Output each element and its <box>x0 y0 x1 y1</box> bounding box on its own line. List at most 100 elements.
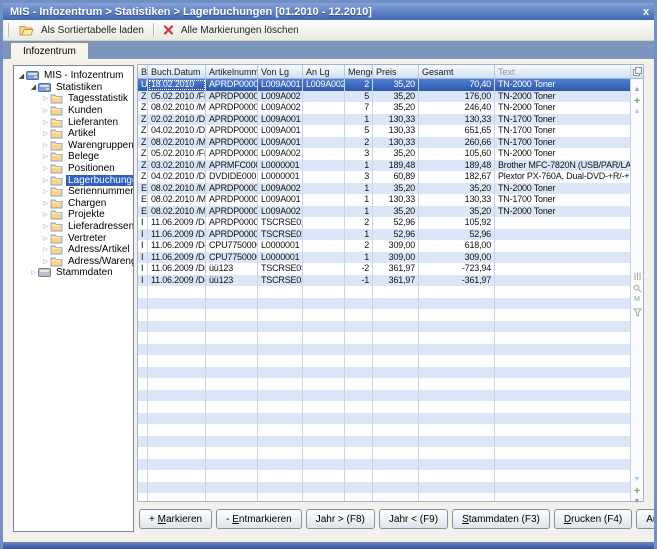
expand-arrow-icon[interactable]: ▷ <box>41 200 50 207</box>
clear-marks-button[interactable]: Alle Markierungen löschen <box>157 21 305 40</box>
filter-icon[interactable] <box>631 308 643 317</box>
scroll-last-icon[interactable]: ▼ <box>631 498 643 505</box>
cell-text[interactable]: TN-2000 Toner <box>495 102 630 114</box>
cell-an[interactable] <box>303 91 345 103</box>
cell-datum[interactable]: 08.02.2010 /Mo <box>148 183 206 195</box>
cell-gesamt[interactable]: 260,66 <box>419 137 495 149</box>
cell-an[interactable] <box>303 275 345 287</box>
tree-item-lieferadressen[interactable]: ▷Lieferadressen <box>14 221 133 233</box>
tree-item-projekte[interactable]: ▷Projekte <box>14 209 133 221</box>
cell-preis[interactable]: 35,20 <box>373 148 419 160</box>
cell-text[interactable] <box>495 217 630 229</box>
cell-gesamt[interactable]: -723,94 <box>419 263 495 275</box>
cell-typ[interactable]: I <box>138 217 148 229</box>
expand-arrow-icon[interactable]: ▷ <box>41 235 50 242</box>
collapse-arrow-icon[interactable]: ◢ <box>17 72 26 80</box>
cell-von[interactable]: L0000001 <box>258 171 303 183</box>
table-row[interactable]: E08.02.2010 /MoAPRDP00002L009A0011130,33… <box>138 194 630 206</box>
table-row[interactable]: Z08.02.2010 /MoAPRDP00002L009A0012130,33… <box>138 137 630 149</box>
cell-gesamt[interactable]: 189,48 <box>419 160 495 172</box>
cell-typ[interactable]: Z <box>138 160 148 172</box>
bookmark2-icon[interactable]: ✚ <box>631 487 643 495</box>
table-row[interactable]: I11.06.2009 /DoAPRDP00004TSCRSE02252,961… <box>138 217 630 229</box>
cell-typ[interactable]: Z <box>138 171 148 183</box>
column-chooser-icon[interactable] <box>631 65 643 79</box>
cell-von[interactable]: L009A002 <box>258 183 303 195</box>
collapse-arrow-icon[interactable]: ◢ <box>29 83 38 91</box>
cell-an[interactable] <box>303 148 345 160</box>
button-auswertung-return[interactable]: Auswertung (Return) <box>636 509 657 529</box>
expand-arrow-icon[interactable]: ▷ <box>41 95 50 102</box>
cell-an[interactable] <box>303 114 345 126</box>
expand-arrow-icon[interactable]: ▷ <box>41 107 50 114</box>
cell-preis[interactable]: 52,96 <box>373 229 419 241</box>
table-row[interactable]: Z08.02.2010 /MoAPRDP00001L009A002735,202… <box>138 102 630 114</box>
tree-item-stammdaten[interactable]: ▷Stammdaten <box>14 267 133 279</box>
expand-arrow-icon[interactable]: ▷ <box>41 165 50 172</box>
cell-artikel[interactable]: APRDP00002 <box>206 114 258 126</box>
cell-artikel[interactable]: APRDP00001 <box>206 183 258 195</box>
cell-von[interactable]: L009A002 <box>258 206 303 218</box>
tab-infozentrum[interactable]: Infozentrum <box>10 42 89 59</box>
cell-menge[interactable]: 2 <box>345 240 373 252</box>
cell-artikel[interactable]: APRDP00002 <box>206 125 258 137</box>
cell-gesamt[interactable]: 105,92 <box>419 217 495 229</box>
cell-text[interactable]: TN-2000 Toner <box>495 183 630 195</box>
cell-text[interactable]: TN-1700 Toner <box>495 194 630 206</box>
expand-arrow-icon[interactable]: ▷ <box>41 246 50 253</box>
cell-preis[interactable]: 130,33 <box>373 137 419 149</box>
cell-an[interactable] <box>303 137 345 149</box>
cell-preis[interactable]: 35,20 <box>373 206 419 218</box>
columns-icon[interactable] <box>631 272 643 281</box>
cell-von[interactable]: L009A001 <box>258 79 303 91</box>
column-header-text[interactable]: Text <box>495 65 630 78</box>
cell-datum[interactable]: 04.02.2010 /Do <box>148 171 206 183</box>
cell-artikel[interactable]: APRDP00001 <box>206 102 258 114</box>
button-markieren[interactable]: + Markieren <box>139 509 212 529</box>
close-icon[interactable]: x <box>638 6 654 18</box>
column-header-an[interactable]: An Lg <box>303 65 345 78</box>
cell-preis[interactable]: 35,20 <box>373 91 419 103</box>
cell-artikel[interactable]: DVDIDE00016 <box>206 171 258 183</box>
cell-artikel[interactable]: APRDP00003 <box>206 148 258 160</box>
cell-preis[interactable]: 60,89 <box>373 171 419 183</box>
cell-von[interactable]: TSCRSE03 <box>258 275 303 287</box>
cell-datum[interactable]: 11.06.2009 /Do <box>148 229 206 241</box>
cell-gesamt[interactable]: 52,96 <box>419 229 495 241</box>
cell-artikel[interactable]: APRDP00004 <box>206 229 258 241</box>
cell-von[interactable]: L009A001 <box>258 114 303 126</box>
tree-item-artikel[interactable]: ▷Artikel <box>14 128 133 140</box>
cell-typ[interactable]: Z <box>138 114 148 126</box>
cell-menge[interactable]: 2 <box>345 79 373 91</box>
cell-text[interactable]: TN-2000 Toner <box>495 91 630 103</box>
cell-datum[interactable]: 11.06.2009 /Do <box>148 240 206 252</box>
cell-artikel[interactable]: APRDP00004 <box>206 217 258 229</box>
cell-preis[interactable]: 130,33 <box>373 125 419 137</box>
cell-menge[interactable]: 1 <box>345 183 373 195</box>
cell-von[interactable]: TSCRSE02 <box>258 229 303 241</box>
cell-typ[interactable]: U <box>138 79 148 91</box>
expand-arrow-icon[interactable]: ▷ <box>41 188 50 195</box>
cell-gesamt[interactable]: 105,60 <box>419 148 495 160</box>
table-row[interactable]: Z05.02.2010 /FrAPRDP00003L009A002335,201… <box>138 148 630 160</box>
cell-an[interactable] <box>303 102 345 114</box>
cell-menge[interactable]: 3 <box>345 171 373 183</box>
cell-typ[interactable]: I <box>138 240 148 252</box>
cell-preis[interactable]: 309,00 <box>373 252 419 264</box>
tree-item-lieferanten[interactable]: ▷Lieferanten <box>14 116 133 128</box>
cell-text[interactable] <box>495 240 630 252</box>
cell-menge[interactable]: 1 <box>345 114 373 126</box>
cell-menge[interactable]: 7 <box>345 102 373 114</box>
expand-arrow-icon[interactable]: ▷ <box>41 177 50 184</box>
cell-typ[interactable]: I <box>138 275 148 287</box>
cell-gesamt[interactable]: 309,00 <box>419 252 495 264</box>
column-header-artikel[interactable]: Artikelnummer <box>206 65 258 78</box>
cell-preis[interactable]: 189,48 <box>373 160 419 172</box>
cell-an[interactable] <box>303 240 345 252</box>
cell-datum[interactable]: 02.02.2010 /Di <box>148 114 206 126</box>
cell-artikel[interactable]: CPU77500007 <box>206 252 258 264</box>
cell-an[interactable] <box>303 194 345 206</box>
cell-artikel[interactable]: APRDP00002 <box>206 137 258 149</box>
tree-item-mis-infozentrum[interactable]: ◢MIS - Infozentrum <box>14 70 133 82</box>
cell-menge[interactable]: 1 <box>345 252 373 264</box>
